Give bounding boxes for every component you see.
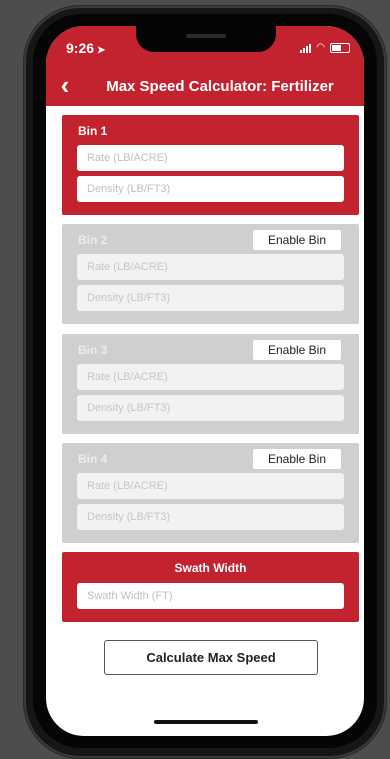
bin-4-title: Bin 4 bbox=[78, 452, 108, 466]
bin-3-rate-input[interactable] bbox=[77, 364, 344, 390]
phone-notch bbox=[136, 26, 276, 52]
bin-1-title: Bin 1 bbox=[78, 124, 108, 138]
swath-width-input[interactable] bbox=[77, 583, 344, 609]
bin-2-enable-button[interactable]: Enable Bin bbox=[253, 230, 341, 250]
swath-width-card: Swath Width bbox=[62, 552, 359, 622]
bin-2-card: Bin 2 Enable Bin bbox=[62, 224, 359, 324]
bin-3-density-input[interactable] bbox=[77, 395, 344, 421]
status-time-text: 9:26 bbox=[66, 40, 95, 56]
bin-1-card: Bin 1 bbox=[62, 115, 359, 215]
nav-bar: ‹ Max Speed Calculator: Fertilizer bbox=[46, 72, 364, 102]
app-screen: 9:26 ➤ ◠ ‹ Max Speed Calculator: Fertiliz… bbox=[46, 26, 364, 736]
bin-3-enable-button[interactable]: Enable Bin bbox=[253, 340, 341, 360]
calculate-max-speed-button[interactable]: Calculate Max Speed bbox=[104, 640, 318, 675]
bin-2-rate-input[interactable] bbox=[77, 254, 344, 280]
battery-icon bbox=[330, 43, 350, 53]
bin-2-title: Bin 2 bbox=[78, 233, 108, 247]
status-icons: ◠ bbox=[300, 43, 350, 53]
bin-1-density-input[interactable] bbox=[77, 176, 344, 202]
speaker-grille bbox=[186, 34, 226, 38]
bin-4-density-input[interactable] bbox=[77, 504, 344, 530]
back-chevron-icon: ‹ bbox=[60, 70, 70, 100]
bin-4-card: Bin 4 Enable Bin bbox=[62, 443, 359, 543]
back-button[interactable]: ‹ bbox=[52, 72, 78, 100]
bin-3-card: Bin 3 Enable Bin bbox=[62, 334, 359, 434]
signal-icon bbox=[300, 43, 312, 53]
bin-4-rate-input[interactable] bbox=[77, 473, 344, 499]
bin-2-density-input[interactable] bbox=[77, 285, 344, 311]
swath-width-title: Swath Width bbox=[174, 561, 247, 575]
bin-3-title: Bin 3 bbox=[78, 343, 108, 357]
location-arrow-icon: ➤ bbox=[97, 45, 106, 56]
home-indicator[interactable] bbox=[154, 720, 258, 724]
wifi-icon: ◠ bbox=[316, 42, 325, 53]
bin-1-rate-input[interactable] bbox=[77, 145, 344, 171]
page-title: Max Speed Calculator: Fertilizer bbox=[106, 78, 334, 95]
status-time: 9:26 ➤ bbox=[66, 40, 105, 56]
bin-4-enable-button[interactable]: Enable Bin bbox=[253, 449, 341, 469]
